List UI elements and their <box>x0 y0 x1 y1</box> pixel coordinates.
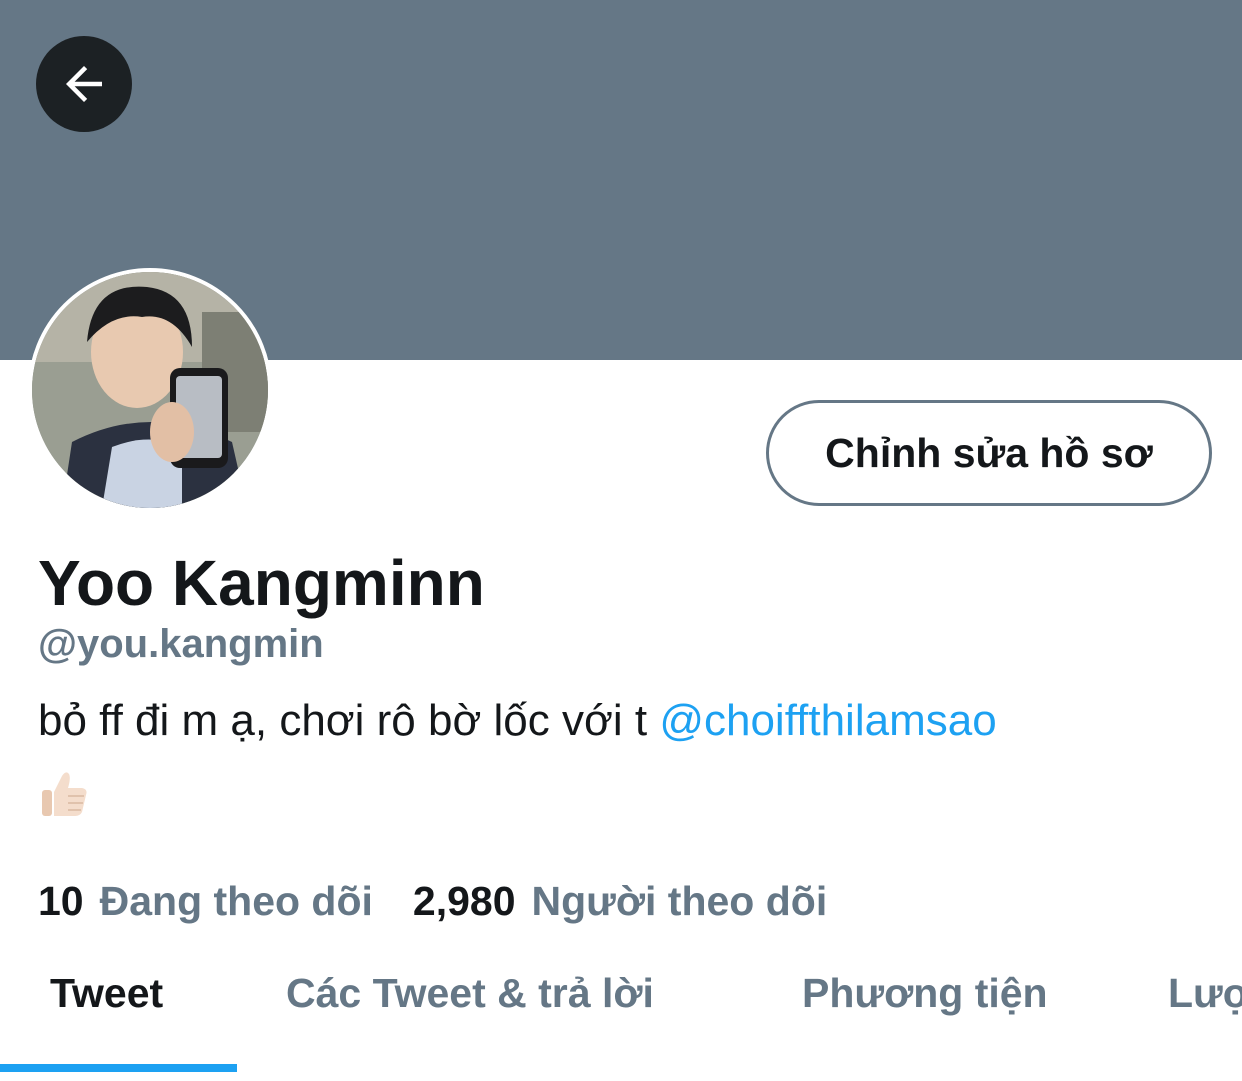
avatar-photo <box>32 272 268 508</box>
edit-profile-button[interactable]: Chỉnh sửa hồ sơ <box>766 400 1212 506</box>
followers-label: Người theo dõi <box>531 878 828 924</box>
following-link[interactable]: 10 Đang theo dõi <box>38 878 373 925</box>
following-label: Đang theo dõi <box>99 878 373 924</box>
thumbs-up-icon <box>38 768 90 820</box>
profile-bio: bỏ ff đi m ạ, chơi rô bờ lốc với t @choi… <box>38 696 997 746</box>
follow-stats: 10 Đang theo dõi 2,980 Người theo dõi <box>38 878 827 925</box>
display-name: Yoo Kangminn <box>38 547 485 619</box>
active-tab-indicator <box>0 1064 237 1072</box>
followers-count: 2,980 <box>412 878 516 924</box>
bio-mention-link[interactable]: @choiffthilamsao <box>659 696 996 745</box>
user-handle: @you.kangmin <box>38 622 324 666</box>
tab-tweets[interactable]: Tweet <box>50 970 163 1017</box>
following-count: 10 <box>38 878 84 924</box>
tab-media[interactable]: Phương tiện <box>802 970 1048 1017</box>
back-button[interactable] <box>36 36 132 132</box>
arrow-left-icon <box>66 66 102 102</box>
followers-link[interactable]: 2,980 Người theo dõi <box>413 878 827 925</box>
profile-tabs: Tweet Các Tweet & trả lời Phương tiện Lư… <box>0 960 1242 1081</box>
bio-text: bỏ ff đi m ạ, chơi rô bờ lốc với t <box>38 696 660 745</box>
tab-likes[interactable]: Lượ <box>1168 970 1242 1017</box>
tab-tweets-and-replies[interactable]: Các Tweet & trả lời <box>286 970 654 1017</box>
avatar[interactable] <box>28 268 272 512</box>
